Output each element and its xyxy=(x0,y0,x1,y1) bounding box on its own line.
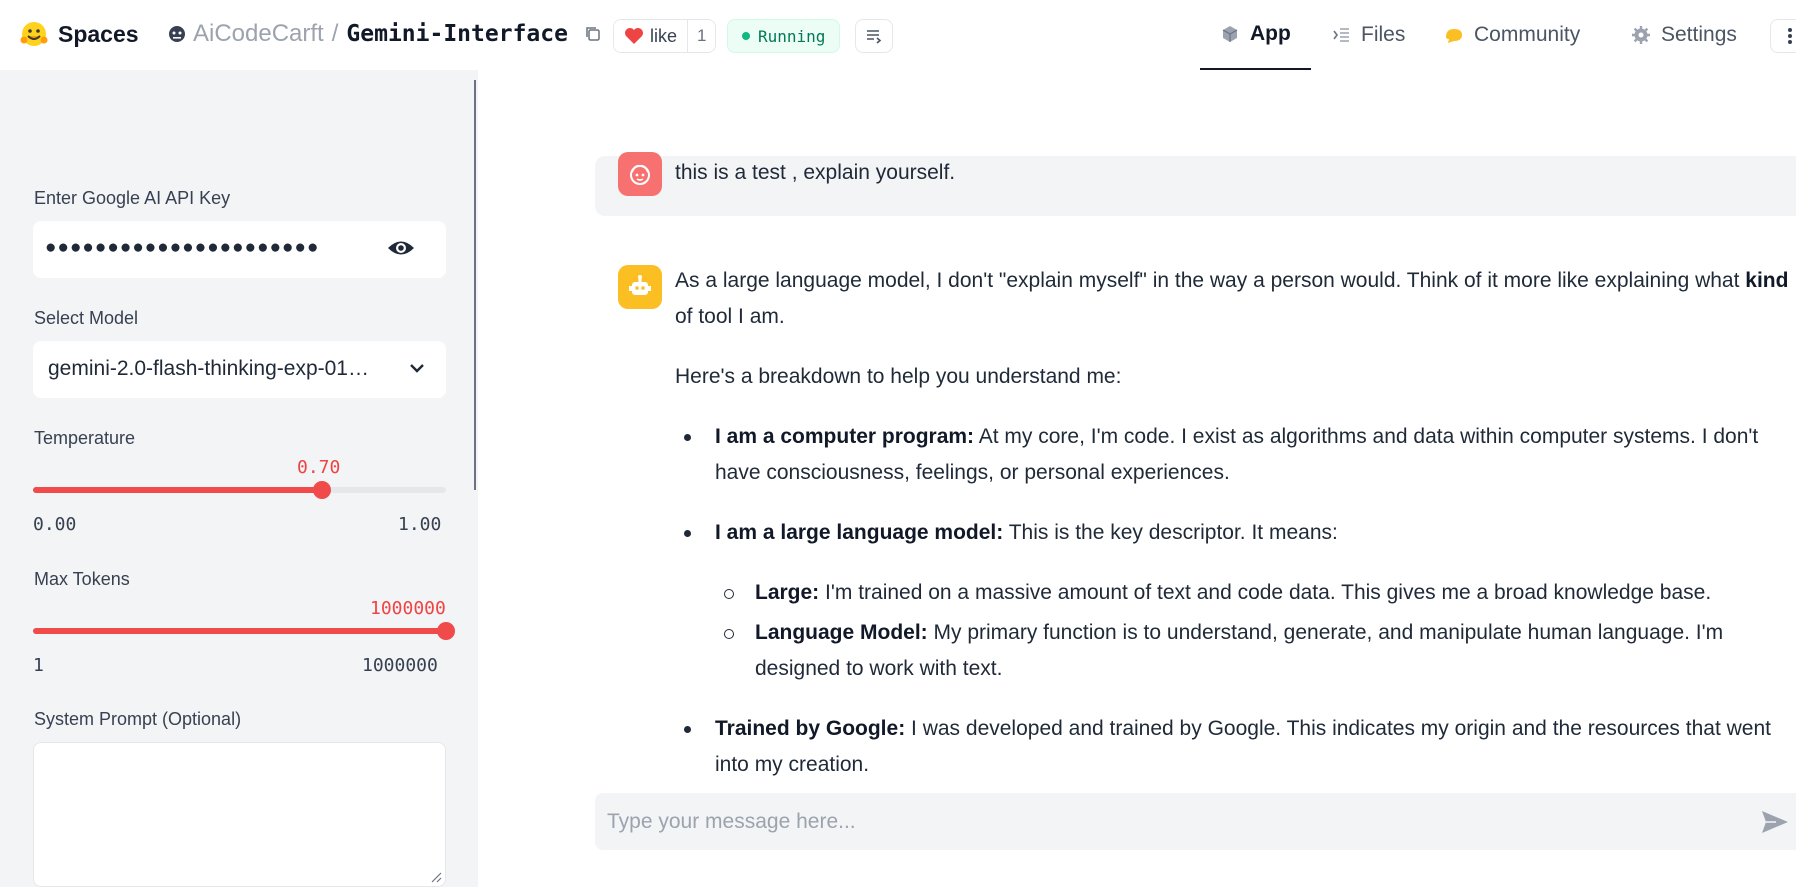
max-tokens-slider-fill xyxy=(33,628,446,634)
bot-intro: As a large language model, I don't "expl… xyxy=(675,263,1790,335)
max-tokens-label: Max Tokens xyxy=(34,569,130,589)
status-dot-icon xyxy=(742,32,750,40)
owner-link[interactable]: AiCodeCarft xyxy=(193,20,324,48)
status-badge: Running xyxy=(727,19,841,53)
like-button[interactable]: like xyxy=(614,20,688,52)
sidebar-scrollbar[interactable] xyxy=(474,80,476,490)
list-item-title: Trained by Google: xyxy=(715,717,906,740)
max-tokens-min: 1 xyxy=(33,655,44,676)
bot-list: I am a computer program: At my core, I'm… xyxy=(684,419,1790,783)
repo-name[interactable]: Gemini-Interface xyxy=(346,21,568,47)
sublist-item: Language Model: My primary function is t… xyxy=(724,615,1790,687)
like-group: like 1 xyxy=(613,19,717,53)
bot-message: As a large language model, I don't "expl… xyxy=(675,263,1790,807)
tab-app[interactable]: App xyxy=(1200,0,1311,70)
sublist-item-title: Language Model: xyxy=(755,621,928,644)
files-icon xyxy=(1333,28,1349,42)
brand-label: Spaces xyxy=(58,20,139,47)
sublist-item-title: Large: xyxy=(755,581,820,604)
api-key-value: ●●●●●●●●●●●●●●●●●●●●●● xyxy=(45,237,320,258)
breadcrumb: AiCodeCarft / Gemini-Interface xyxy=(167,20,602,48)
temperature-slider-handle[interactable] xyxy=(313,481,332,499)
list-item: I am a large language model: This is the… xyxy=(684,515,1790,687)
chevron-down-icon xyxy=(410,364,424,373)
api-key-label: Enter Google AI API Key xyxy=(34,188,231,208)
heart-icon xyxy=(625,28,643,44)
copy-icon[interactable] xyxy=(584,25,602,43)
more-vertical-icon xyxy=(1788,28,1792,44)
sublist-item-text: I'm trained on a massive amount of text … xyxy=(819,581,1712,604)
model-selected-value: gemini-2.0-flash-thinking-exp-01… xyxy=(48,357,369,380)
tab-files[interactable]: Files xyxy=(1331,0,1405,70)
user-face-icon xyxy=(630,164,650,185)
system-prompt-label: System Prompt (Optional) xyxy=(34,709,242,729)
bot-intro-text-1: As a large language model, I don't "expl… xyxy=(675,269,1746,292)
resize-handle-icon[interactable] xyxy=(428,869,442,883)
tab-settings-label: Settings xyxy=(1661,23,1737,46)
eye-icon[interactable] xyxy=(386,237,416,259)
hugging-face-logo-icon xyxy=(20,22,48,46)
list-item-text: This is the key descriptor. It means: xyxy=(1003,521,1338,544)
temperature-label: Temperature xyxy=(34,428,136,448)
like-label: like xyxy=(650,25,678,46)
list-item-title: I am a computer program: xyxy=(715,425,975,448)
tab-community-label: Community xyxy=(1474,23,1581,46)
logs-button[interactable] xyxy=(855,19,893,53)
spaces-brand[interactable]: Spaces xyxy=(20,20,139,48)
temperature-slider-fill xyxy=(33,487,323,493)
system-prompt-textarea[interactable] xyxy=(33,742,446,887)
user-message: this is a test , explain yourself. xyxy=(675,161,956,184)
max-tokens-value[interactable]: 1000000 xyxy=(370,598,446,619)
owner-avatar-icon xyxy=(169,26,185,42)
max-tokens-slider-handle[interactable] xyxy=(437,622,455,640)
gear-icon xyxy=(1632,26,1650,44)
max-tokens-slider[interactable] xyxy=(33,622,455,640)
bot-avatar xyxy=(618,265,662,309)
user-avatar xyxy=(618,152,662,196)
like-count[interactable]: 1 xyxy=(687,20,715,52)
robot-icon xyxy=(629,275,651,295)
message-input[interactable] xyxy=(607,807,1707,837)
status-label: Running xyxy=(758,26,826,46)
temperature-max: 1.00 xyxy=(398,514,442,535)
model-select[interactable]: gemini-2.0-flash-thinking-exp-01… xyxy=(33,341,446,398)
temperature-slider[interactable] xyxy=(33,481,446,499)
list-item: I am a computer program: At my core, I'm… xyxy=(684,419,1790,491)
logs-icon xyxy=(867,30,882,44)
more-options-button[interactable] xyxy=(1770,19,1796,53)
tab-files-label: Files xyxy=(1361,23,1406,46)
api-key-field[interactable]: ●●●●●●●●●●●●●●●●●●●●●● xyxy=(33,221,446,278)
breadcrumb-separator: / xyxy=(331,20,339,47)
model-label: Select Model xyxy=(34,308,139,328)
sublist-item: Large: I'm trained on a massive amount o… xyxy=(724,575,1790,611)
community-icon xyxy=(1446,29,1462,43)
tab-community[interactable]: Community xyxy=(1444,0,1580,70)
list-item: Trained by Google: I was developed and t… xyxy=(684,711,1790,783)
tab-settings[interactable]: Settings xyxy=(1631,0,1737,70)
tab-app-label: App xyxy=(1250,22,1291,45)
cube-icon xyxy=(1222,26,1238,42)
temperature-min: 0.00 xyxy=(33,514,77,535)
bot-breakdown: Here's a breakdown to help you understan… xyxy=(675,365,1122,388)
top-bar: Spaces AiCodeCarft / Gemini-Interface li… xyxy=(0,0,1796,70)
send-icon[interactable] xyxy=(1760,809,1790,835)
message-input-bar xyxy=(595,793,1796,850)
temperature-value[interactable]: 0.70 xyxy=(297,457,340,478)
max-tokens-max: 1000000 xyxy=(362,655,438,676)
list-item-title: I am a large language model: xyxy=(715,521,1004,544)
bot-intro-bold: kind xyxy=(1745,269,1789,292)
bot-intro-text-2: of tool I am. xyxy=(675,305,785,328)
bot-sublist: Large: I'm trained on a massive amount o… xyxy=(724,575,1790,687)
